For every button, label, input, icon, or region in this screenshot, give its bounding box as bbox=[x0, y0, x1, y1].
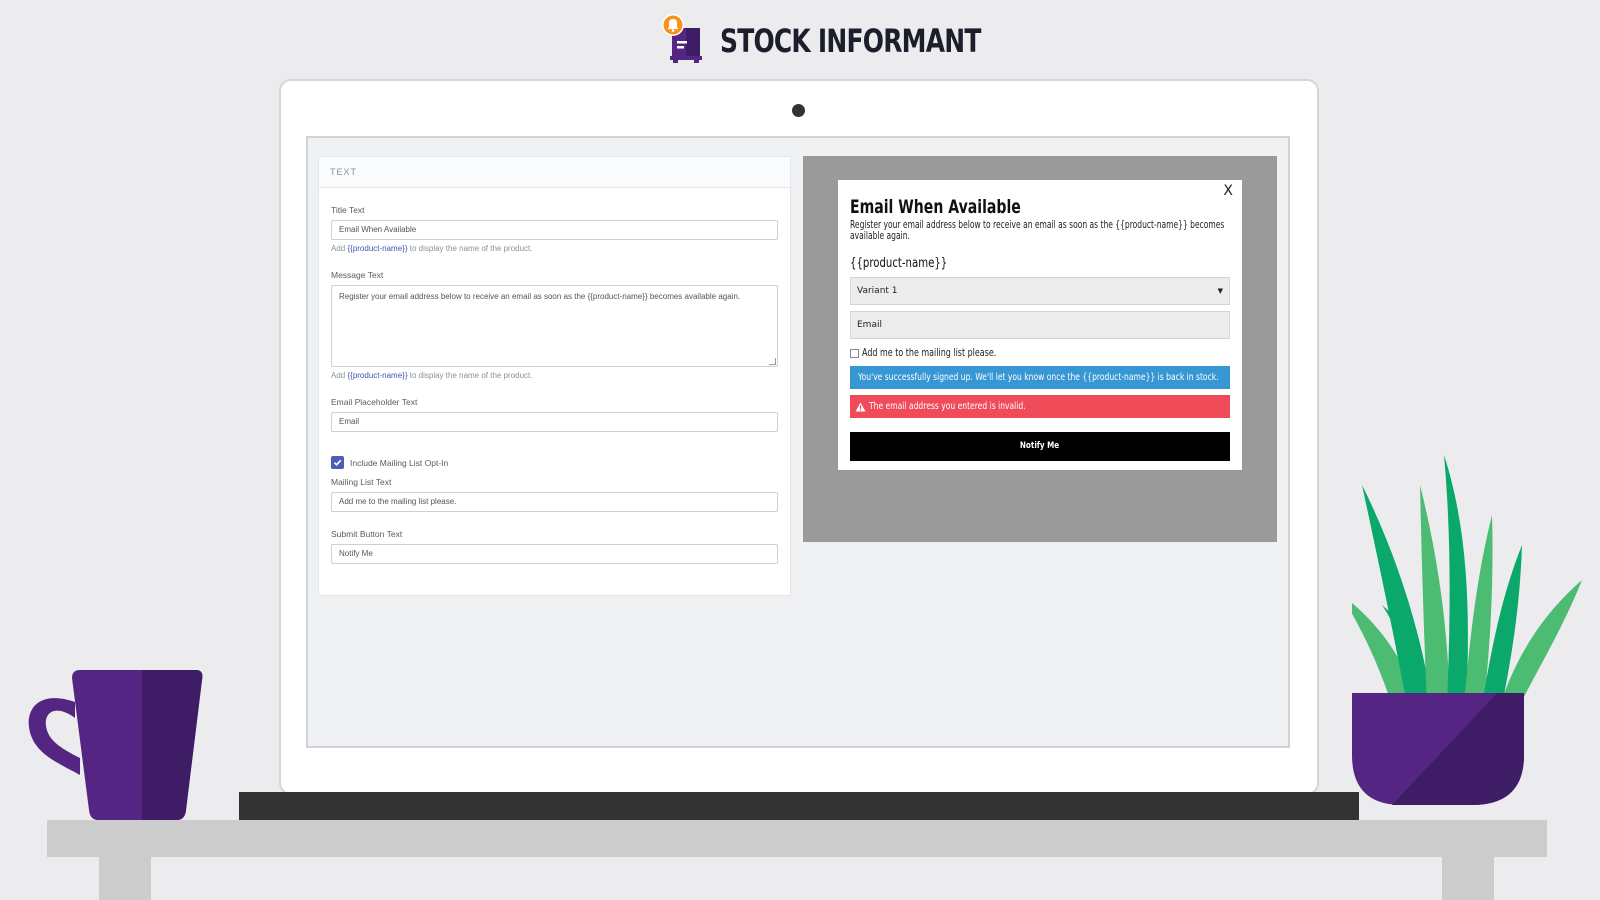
variant-selected-value: Variant 1 bbox=[857, 286, 898, 296]
mailing-list-text-label: Mailing List Text bbox=[331, 477, 392, 487]
help-prefix: Add bbox=[331, 244, 346, 253]
coffee-mug-icon bbox=[28, 670, 203, 820]
mailing-optin-label: Include Mailing List Opt-In bbox=[350, 457, 449, 468]
help-suffix: to display the name of the product. bbox=[409, 244, 533, 253]
warning-icon bbox=[855, 401, 866, 412]
mailing-optin-checkbox[interactable] bbox=[331, 456, 344, 469]
submit-button-text-input[interactable]: Notify Me bbox=[331, 544, 778, 564]
email-placeholder-label: Email Placeholder Text bbox=[331, 397, 418, 407]
section-title: TEXT bbox=[319, 157, 790, 188]
check-icon bbox=[333, 459, 342, 467]
product-name: {{product-name}} bbox=[850, 256, 975, 271]
variant-select[interactable]: Variant 1 ▼ bbox=[850, 277, 1230, 305]
optin-checkbox[interactable] bbox=[850, 348, 859, 358]
help-prefix: Add bbox=[331, 371, 346, 380]
message-help-text: Add {{product-name}} to display the name… bbox=[331, 371, 778, 380]
mailing-optin-toggle[interactable]: Include Mailing List Opt-In bbox=[331, 456, 778, 469]
resize-grip-icon[interactable] bbox=[769, 358, 776, 365]
desk-surface bbox=[47, 820, 1547, 857]
title-text-input[interactable]: Email When Available bbox=[331, 220, 778, 240]
text-settings-panel: TEXT Title Text Email When Available Add… bbox=[318, 156, 791, 596]
mailing-list-text-input[interactable]: Add me to the mailing list please. bbox=[331, 492, 778, 512]
submit-button-text-label: Submit Button Text bbox=[331, 529, 403, 539]
stock-informant-logo-icon bbox=[662, 14, 702, 63]
mailing-list-optin[interactable]: Add me to the mailing list please. bbox=[850, 347, 1039, 359]
modal-title-text: Email When Available bbox=[850, 196, 1021, 218]
title-text-label: Title Text bbox=[331, 205, 365, 215]
brand-header: STOCK INFORMANT bbox=[660, 12, 981, 68]
modal-message: Register your email address below to rec… bbox=[850, 219, 1225, 242]
message-text-label: Message Text bbox=[331, 270, 384, 280]
success-alert: You've successfully signed up. We'll let… bbox=[850, 366, 1230, 389]
potted-plant-icon bbox=[1352, 455, 1582, 805]
product-name-text: {{product-name}} bbox=[850, 256, 948, 271]
message-text-textarea[interactable]: Register your email address below to rec… bbox=[331, 285, 778, 367]
email-input[interactable]: Email bbox=[850, 311, 1230, 339]
preview-modal: X Email When Available Register your ema… bbox=[838, 180, 1242, 470]
error-message: The email address you entered is invalid… bbox=[869, 401, 1026, 412]
email-placeholder-input[interactable]: Email bbox=[331, 412, 778, 432]
optin-label: Add me to the mailing list please. bbox=[862, 347, 997, 359]
laptop-camera bbox=[792, 104, 805, 117]
error-alert: The email address you entered is invalid… bbox=[850, 395, 1230, 418]
desk-leg-right bbox=[1442, 857, 1494, 900]
help-suffix: to display the name of the product. bbox=[409, 371, 533, 380]
title-help-text: Add {{product-name}} to display the name… bbox=[331, 244, 778, 253]
laptop-base bbox=[239, 792, 1359, 820]
product-name-token: {{product-name}} bbox=[347, 371, 408, 380]
success-message: You've successfully signed up. We'll let… bbox=[858, 372, 1219, 383]
brand-name: STOCK INFORMANT bbox=[720, 22, 981, 60]
message-text-value: Register your email address below to rec… bbox=[339, 292, 741, 301]
product-name-token: {{product-name}} bbox=[347, 244, 408, 253]
desk-leg-left bbox=[99, 857, 151, 900]
dropdown-arrow-icon: ▼ bbox=[1217, 287, 1223, 295]
notify-me-button[interactable]: Notify Me bbox=[850, 432, 1230, 461]
close-button[interactable]: X bbox=[1223, 183, 1233, 199]
notify-me-label: Notify Me bbox=[1020, 441, 1060, 451]
modal-title: Email When Available bbox=[850, 196, 1081, 218]
